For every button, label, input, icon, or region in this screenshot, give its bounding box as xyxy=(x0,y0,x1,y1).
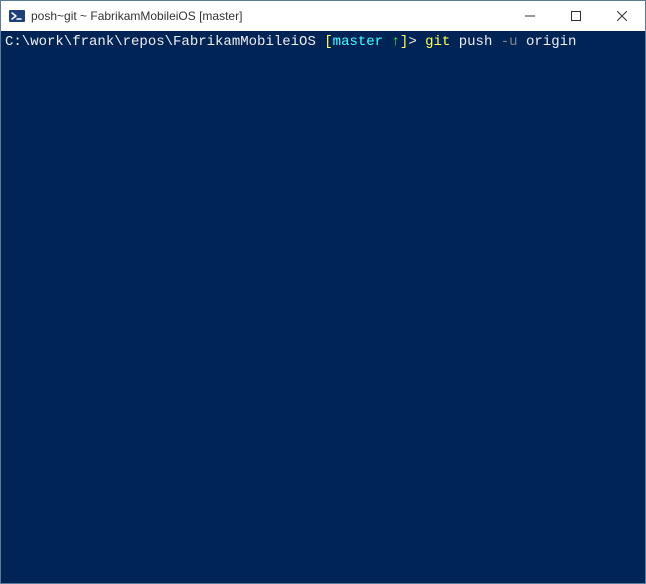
prompt-char: > xyxy=(408,34,416,50)
cursor xyxy=(585,34,593,50)
powershell-icon xyxy=(9,8,25,24)
maximize-button[interactable] xyxy=(553,1,599,31)
git-branch: master xyxy=(333,34,383,50)
minimize-button[interactable] xyxy=(507,1,553,31)
cmd-git: git xyxy=(425,34,450,50)
titlebar[interactable]: posh~git ~ FabrikamMobileiOS [master] xyxy=(1,1,645,31)
prompt-path: C:\work\frank\repos\FabrikamMobileiOS xyxy=(5,34,316,50)
cmd-flag: -u xyxy=(501,34,518,50)
push-arrow-icon: ↑ xyxy=(383,34,400,50)
cmd-subcommand: push xyxy=(459,34,493,50)
window-title: posh~git ~ FabrikamMobileiOS [master] xyxy=(31,9,507,23)
close-button[interactable] xyxy=(599,1,645,31)
window-controls xyxy=(507,1,645,31)
prompt-line: C:\work\frank\repos\FabrikamMobileiOS [m… xyxy=(5,33,641,51)
bracket-open: [ xyxy=(316,34,333,50)
powershell-window: posh~git ~ FabrikamMobileiOS [master] C: xyxy=(0,0,646,584)
terminal-body[interactable]: C:\work\frank\repos\FabrikamMobileiOS [m… xyxy=(1,31,645,583)
cmd-arg: origin xyxy=(526,34,576,50)
